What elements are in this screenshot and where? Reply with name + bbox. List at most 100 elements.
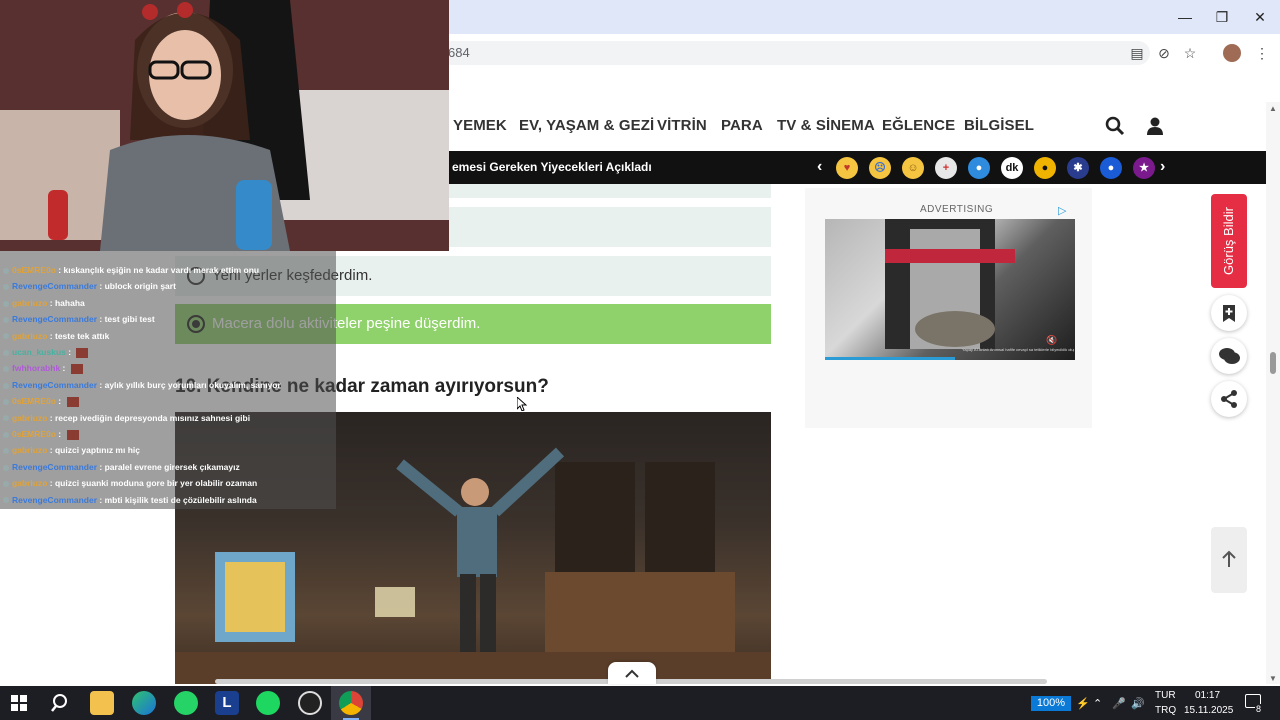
chat-username[interactable]: RevengeCommander bbox=[12, 462, 97, 472]
lang-bottom[interactable]: TRQ bbox=[1155, 705, 1176, 716]
scrollbar-thumb[interactable] bbox=[1270, 352, 1276, 374]
chat-username[interactable]: 0sEMRE0o bbox=[12, 429, 56, 439]
volume-icon[interactable]: 🔊 bbox=[1131, 697, 1145, 710]
file-explorer-icon[interactable] bbox=[90, 691, 114, 715]
chat-text: teste tek attık bbox=[54, 330, 110, 341]
dk-badge-icon[interactable]: dk bbox=[1001, 157, 1023, 179]
brand-badge-icon[interactable]: ● bbox=[968, 157, 990, 179]
collapse-button[interactable] bbox=[608, 662, 656, 684]
ticker-prev-icon[interactable]: ‹ bbox=[817, 158, 822, 176]
bookmark-star-icon[interactable]: ☆ bbox=[1181, 44, 1199, 62]
obs-icon[interactable] bbox=[298, 691, 322, 715]
nav-item-vitrin[interactable]: VİTRİN bbox=[657, 117, 707, 134]
chat-separator: : bbox=[97, 314, 105, 325]
chat-username[interactable]: fwhhorabhk bbox=[12, 363, 60, 373]
notification-count: 8 bbox=[1255, 704, 1263, 714]
taskbar-search-icon[interactable] bbox=[49, 691, 73, 715]
profile-avatar[interactable] bbox=[1223, 44, 1241, 62]
vertical-scrollbar[interactable] bbox=[1266, 102, 1280, 684]
chat-badge-icon bbox=[3, 398, 9, 405]
chat-message: gabriuzo : teste tek attık bbox=[3, 329, 109, 344]
chat-badge-icon bbox=[3, 300, 9, 307]
ad-label: ADVERTISING bbox=[920, 204, 994, 215]
chat-username[interactable]: gabriuzo bbox=[12, 413, 47, 423]
chat-username[interactable]: RevengeCommander bbox=[12, 495, 97, 505]
chat-username[interactable]: 0sEMRE0o bbox=[12, 396, 56, 406]
chat-text: ublock origin şart bbox=[104, 281, 176, 292]
address-bar[interactable] bbox=[440, 41, 1150, 65]
coin-badge-icon[interactable]: ● bbox=[1034, 157, 1056, 179]
smile-emoji-icon[interactable]: ☺ bbox=[902, 157, 924, 179]
mouse-cursor-icon bbox=[516, 395, 528, 412]
browser-menu-icon[interactable]: ⋮ bbox=[1253, 44, 1271, 62]
nav-item-ev-yasam-gezi[interactable]: EV, YAŞAM & GEZİ bbox=[519, 117, 654, 134]
chat-username[interactable]: gabriuzo bbox=[12, 445, 47, 455]
share-button[interactable] bbox=[1211, 381, 1247, 417]
sad-emoji-icon[interactable]: ☹ bbox=[869, 157, 891, 179]
chat-username[interactable]: RevengeCommander bbox=[12, 380, 97, 390]
chat-message: ucan_kuskus : bbox=[3, 345, 89, 360]
ticker-headline[interactable]: emesi Gereken Yiyecekleri Açıkladı bbox=[452, 160, 652, 174]
snowflake-badge-icon[interactable]: ✱ bbox=[1067, 157, 1089, 179]
chat-separator: : bbox=[97, 379, 105, 390]
spotify-icon[interactable] bbox=[256, 691, 280, 715]
install-app-icon[interactable]: ▤ bbox=[1128, 44, 1146, 62]
feedback-button[interactable]: Görüş Bildir bbox=[1211, 194, 1247, 288]
clock-time[interactable]: 01:17 bbox=[1195, 690, 1220, 701]
chat-message: gabriuzo : hahaha bbox=[3, 296, 85, 311]
chat-text: quizci yaptınız mı hiç bbox=[54, 445, 140, 456]
battery-percent[interactable]: 100% bbox=[1031, 696, 1071, 711]
chat-emote-icon bbox=[70, 364, 83, 375]
close-icon[interactable]: ✕ bbox=[1250, 8, 1270, 26]
bookmark-add-button[interactable] bbox=[1211, 295, 1247, 331]
scroll-down-icon[interactable]: ▼ bbox=[1269, 674, 1277, 683]
tracking-protection-icon[interactable]: ⊘ bbox=[1155, 44, 1173, 62]
nav-item-eglence[interactable]: EĞLENCE bbox=[882, 117, 955, 134]
chat-username[interactable]: RevengeCommander bbox=[12, 314, 97, 324]
chat-username[interactable]: gabriuzo bbox=[12, 298, 47, 308]
user-icon[interactable] bbox=[1145, 116, 1165, 136]
ad-image[interactable] bbox=[825, 219, 1075, 360]
chat-message: 0sEMRE0o : bbox=[3, 394, 79, 409]
brand-blue-badge-icon[interactable]: ● bbox=[1100, 157, 1122, 179]
chat-badge-icon bbox=[3, 349, 9, 356]
nav-item-para[interactable]: PARA bbox=[721, 117, 763, 134]
ad-choices-icon[interactable]: ▷ bbox=[1058, 204, 1066, 217]
windows-start-icon[interactable] bbox=[8, 692, 32, 716]
l-app-icon[interactable]: L bbox=[215, 691, 239, 715]
chat-username[interactable]: gabriuzo bbox=[12, 478, 47, 488]
nav-item-bilgisel[interactable]: BİLGİSEL bbox=[964, 117, 1034, 134]
nav-item-yemek[interactable]: YEMEK bbox=[453, 117, 507, 134]
microphone-icon[interactable]: 🎤 bbox=[1112, 697, 1126, 710]
nav-item-tv-sinema[interactable]: TV & SİNEMA bbox=[777, 117, 875, 134]
chat-separator: : bbox=[47, 297, 55, 308]
search-icon[interactable] bbox=[1105, 116, 1125, 136]
url-text[interactable]: 684 bbox=[448, 45, 470, 60]
scroll-up-icon[interactable]: ▲ bbox=[1269, 104, 1277, 113]
back-to-top-button[interactable] bbox=[1211, 527, 1247, 593]
ticker-next-icon[interactable]: › bbox=[1160, 158, 1165, 176]
chat-separator: : bbox=[65, 347, 74, 357]
chat-username[interactable]: RevengeCommander bbox=[12, 281, 97, 291]
clock-date[interactable]: 15.11.2025 bbox=[1184, 705, 1233, 716]
chrome-icon[interactable] bbox=[339, 691, 363, 715]
mute-icon[interactable]: 🔇 bbox=[1046, 335, 1057, 346]
whatsapp-icon[interactable] bbox=[174, 691, 198, 715]
chat-username[interactable]: gabriuzo bbox=[12, 331, 47, 341]
power-icon[interactable]: ⚡ bbox=[1076, 697, 1090, 710]
purple-badge-icon[interactable]: ★ bbox=[1133, 157, 1155, 179]
plus-badge-icon[interactable]: + bbox=[935, 157, 957, 179]
lang-top[interactable]: TUR bbox=[1155, 690, 1176, 701]
chat-username[interactable]: 0sEMRE0o bbox=[12, 265, 56, 275]
comments-button[interactable] bbox=[1211, 338, 1247, 374]
feedback-label: Görüş Bildir bbox=[1221, 207, 1236, 275]
chat-text: aylık yıllık burç yorumları okuyalım, sa… bbox=[104, 379, 281, 390]
chat-message: gabriuzo : recep ivediğin depresyonda mı… bbox=[3, 411, 250, 426]
restore-icon[interactable]: ❐ bbox=[1212, 8, 1232, 26]
heart-eyes-emoji-icon[interactable]: ♥ bbox=[836, 157, 858, 179]
tray-chevron-icon[interactable]: ⌃ bbox=[1093, 697, 1102, 710]
edge-icon[interactable] bbox=[132, 691, 156, 715]
minimize-icon[interactable]: — bbox=[1175, 8, 1195, 26]
chat-badge-icon bbox=[3, 316, 9, 323]
chat-username[interactable]: ucan_kuskus bbox=[12, 347, 66, 357]
